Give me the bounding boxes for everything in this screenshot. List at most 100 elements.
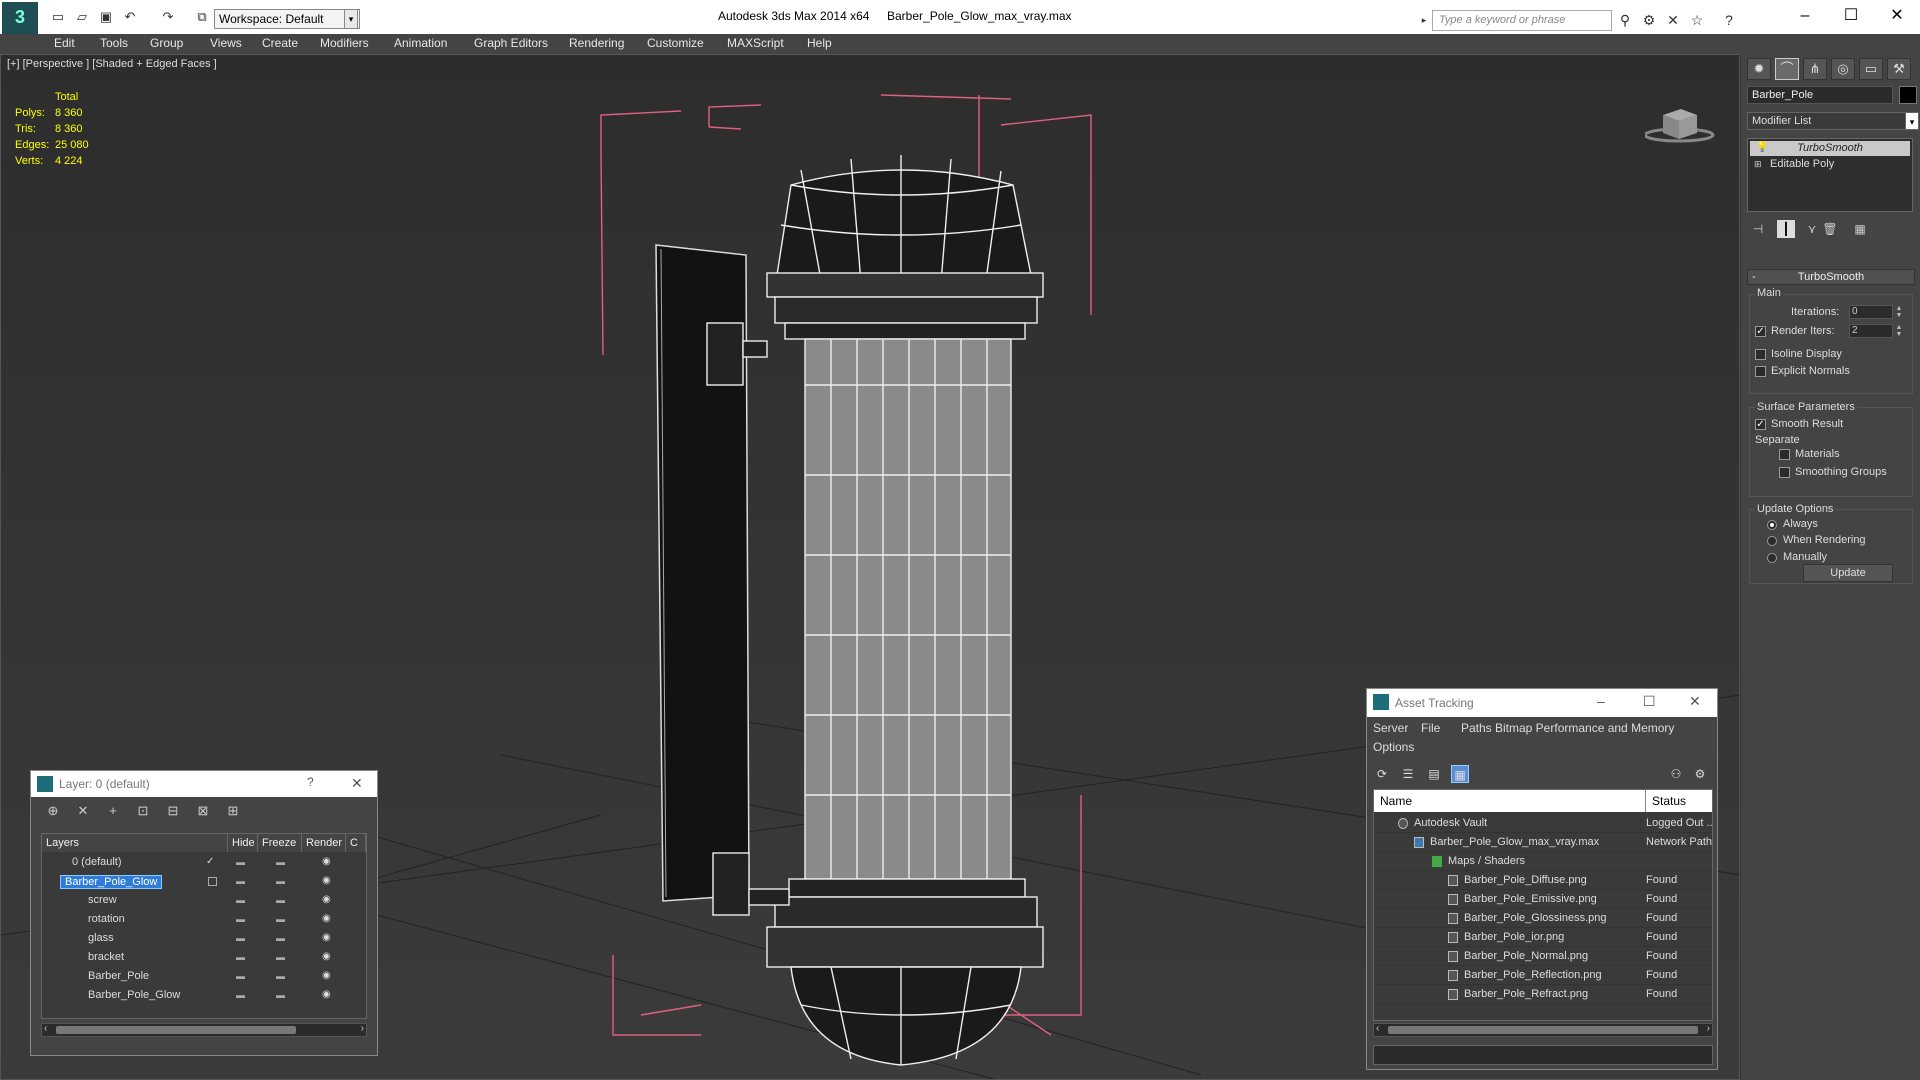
refresh-icon[interactable]: ⟳ [1373, 765, 1391, 783]
hierarchy-tab-icon[interactable]: ⋔ [1803, 58, 1827, 80]
update-button[interactable]: Update [1803, 564, 1893, 582]
freeze-toggle[interactable]: ▬ [276, 952, 285, 962]
communication-icon[interactable]: ✕ [1664, 11, 1682, 29]
freeze-toggle[interactable]: ▬ [276, 857, 285, 867]
asset-name[interactable]: Barber_Pole_ior.png [1464, 931, 1564, 943]
display-tab-icon[interactable]: ▭ [1859, 58, 1883, 80]
list-view-icon[interactable]: ☰ [1399, 765, 1417, 783]
menu-animation[interactable]: Animation [394, 36, 447, 50]
iterations-spinner[interactable]: 0 [1849, 305, 1893, 319]
freeze-toggle[interactable]: ▬ [276, 895, 285, 905]
asset-close-icon[interactable]: ✕ [1689, 693, 1701, 710]
freeze-toggle[interactable]: ▬ [276, 933, 285, 943]
render-toggle-icon[interactable]: ◉ [322, 951, 331, 962]
project-folder-icon[interactable]: ⧉ [194, 9, 210, 25]
help-icon[interactable]: ? [1720, 11, 1738, 29]
isoline-display-checkbox[interactable] [1755, 349, 1766, 360]
menu-create[interactable]: Create [262, 36, 298, 50]
active-check-icon[interactable]: ✓ [206, 856, 214, 867]
render-toggle-icon[interactable]: ◉ [322, 856, 331, 867]
render-iters-checkbox[interactable]: ✓ [1755, 326, 1766, 337]
asset-name[interactable]: Barber_Pole_Refract.png [1464, 988, 1588, 1000]
layer-row[interactable]: Barber_Pole ▬ ▬ ◉ [42, 968, 366, 987]
asset-name[interactable]: Maps / Shaders [1448, 855, 1525, 867]
asset-row[interactable]: Barber_Pole_Normal.png Found [1374, 947, 1712, 966]
vault-settings-icon[interactable]: ⚙ [1691, 765, 1709, 783]
layer-name[interactable]: 0 (default) [72, 856, 122, 868]
layer-name[interactable]: Barber_Pole_Glow [88, 989, 180, 1001]
asset-menu-file[interactable]: File [1421, 721, 1440, 735]
asset-name[interactable]: Barber_Pole_Diffuse.png [1464, 874, 1587, 886]
hide-toggle[interactable]: ▬ [236, 895, 245, 905]
menu-maxscript[interactable]: MAXScript [727, 36, 784, 50]
asset-row[interactable]: Barber_Pole_Glossiness.png Found [1374, 909, 1712, 928]
col-freeze[interactable]: Freeze [258, 834, 302, 852]
freeze-toggle[interactable]: ▬ [276, 971, 285, 981]
pin-stack-icon[interactable]: ⊣ [1749, 220, 1767, 238]
layer-row[interactable]: bracket ▬ ▬ ◉ [42, 949, 366, 968]
freeze-toggle[interactable]: ▬ [276, 990, 285, 1000]
layer-row[interactable]: glass ▬ ▬ ◉ [42, 930, 366, 949]
asset-menu-bitmap[interactable]: Bitmap Performance and Memory [1495, 721, 1674, 735]
hide-toggle[interactable]: ▬ [236, 876, 245, 886]
menu-modifiers[interactable]: Modifiers [320, 36, 369, 50]
asset-name[interactable]: Barber_Pole_Glossiness.png [1464, 912, 1606, 924]
asset-menu-paths[interactable]: Paths [1461, 721, 1492, 735]
layer-horizontal-scrollbar[interactable]: ‹ › [41, 1023, 367, 1037]
asset-row[interactable]: Barber_Pole_Refract.png Found [1374, 985, 1712, 1004]
asset-name[interactable]: Barber_Pole_Reflection.png [1464, 969, 1602, 981]
menu-tools[interactable]: Tools [100, 36, 128, 50]
menu-rendering[interactable]: Rendering [569, 36, 624, 50]
layer-name[interactable]: glass [88, 932, 114, 944]
scroll-thumb[interactable] [56, 1026, 296, 1034]
minimize-icon[interactable]: – [1782, 4, 1828, 28]
asset-horizontal-scrollbar[interactable]: ‹ › [1373, 1023, 1713, 1037]
delete-layer-icon[interactable]: ✕ [73, 802, 93, 820]
asset-window-titlebar[interactable]: Asset Tracking – ☐ ✕ [1367, 689, 1717, 717]
layer-name[interactable]: screw [88, 894, 117, 906]
layer-close-icon[interactable]: ✕ [351, 775, 363, 792]
menu-graph-editors[interactable]: Graph Editors [474, 36, 548, 50]
make-unique-icon[interactable]: ⋎ [1803, 220, 1821, 238]
highlight-layer-icon[interactable]: ⊟ [163, 802, 183, 820]
hide-toggle[interactable]: ▬ [236, 857, 245, 867]
modifier-list-arrow-icon[interactable]: ▾ [1905, 112, 1919, 130]
freeze-toggle[interactable]: ▬ [276, 876, 285, 886]
modifier-list-dropdown[interactable]: Modifier List [1747, 112, 1907, 130]
asset-menu-options[interactable]: Options [1373, 740, 1414, 754]
binoculars-icon[interactable]: ⚲ [1616, 11, 1634, 29]
asset-maximize-icon[interactable]: ☐ [1643, 693, 1656, 710]
asset-row[interactable]: Maps / Shaders [1374, 852, 1712, 871]
stack-item-turbosmooth[interactable]: TurboSmooth [1750, 141, 1910, 156]
col-name[interactable]: Name [1374, 790, 1646, 812]
close-icon[interactable]: ✕ [1874, 4, 1920, 28]
materials-checkbox[interactable] [1779, 449, 1790, 460]
hide-all-icon[interactable]: ⊠ [193, 802, 213, 820]
menu-customize[interactable]: Customize [647, 36, 704, 50]
app-logo-icon[interactable]: 3 [2, 2, 38, 34]
hide-toggle[interactable]: ▬ [236, 952, 245, 962]
render-toggle-icon[interactable]: ◉ [322, 989, 331, 1000]
select-objects-icon[interactable]: ⊡ [133, 802, 153, 820]
asset-row[interactable]: Barber_Pole_Glow_max_vray.max Network Pa… [1374, 833, 1712, 852]
lightbulb-icon[interactable]: 💡 [1756, 142, 1768, 153]
hide-toggle[interactable]: ▬ [236, 971, 245, 981]
col-hide[interactable]: Hide [228, 834, 258, 852]
col-color[interactable]: C [346, 834, 366, 852]
render-toggle-icon[interactable]: ◉ [322, 932, 331, 943]
save-icon[interactable]: ▣ [98, 9, 114, 25]
asset-path-field[interactable] [1373, 1045, 1713, 1065]
asset-name[interactable]: Barber_Pole_Glow_max_vray.max [1430, 836, 1599, 848]
asset-row[interactable]: Autodesk Vault Logged Out ... [1374, 814, 1712, 833]
remove-modifier-icon[interactable]: 🗑 [1821, 220, 1839, 238]
table-view-icon[interactable]: ▦ [1451, 765, 1469, 783]
layer-row[interactable]: Barber_Pole_Glow ▬ ▬ ◉ [42, 873, 366, 892]
asset-menu-server[interactable]: Server [1373, 721, 1408, 735]
render-toggle-icon[interactable]: ◉ [322, 875, 331, 886]
menu-edit[interactable]: Edit [54, 36, 75, 50]
smooth-result-checkbox[interactable]: ✓ [1755, 419, 1766, 430]
new-file-icon[interactable]: ▭ [50, 9, 66, 25]
stack-item-editable-poly[interactable]: Editable Poly [1750, 157, 1910, 172]
scroll-right-icon[interactable]: › [1707, 1023, 1710, 1034]
render-toggle-icon[interactable]: ◉ [322, 970, 331, 981]
